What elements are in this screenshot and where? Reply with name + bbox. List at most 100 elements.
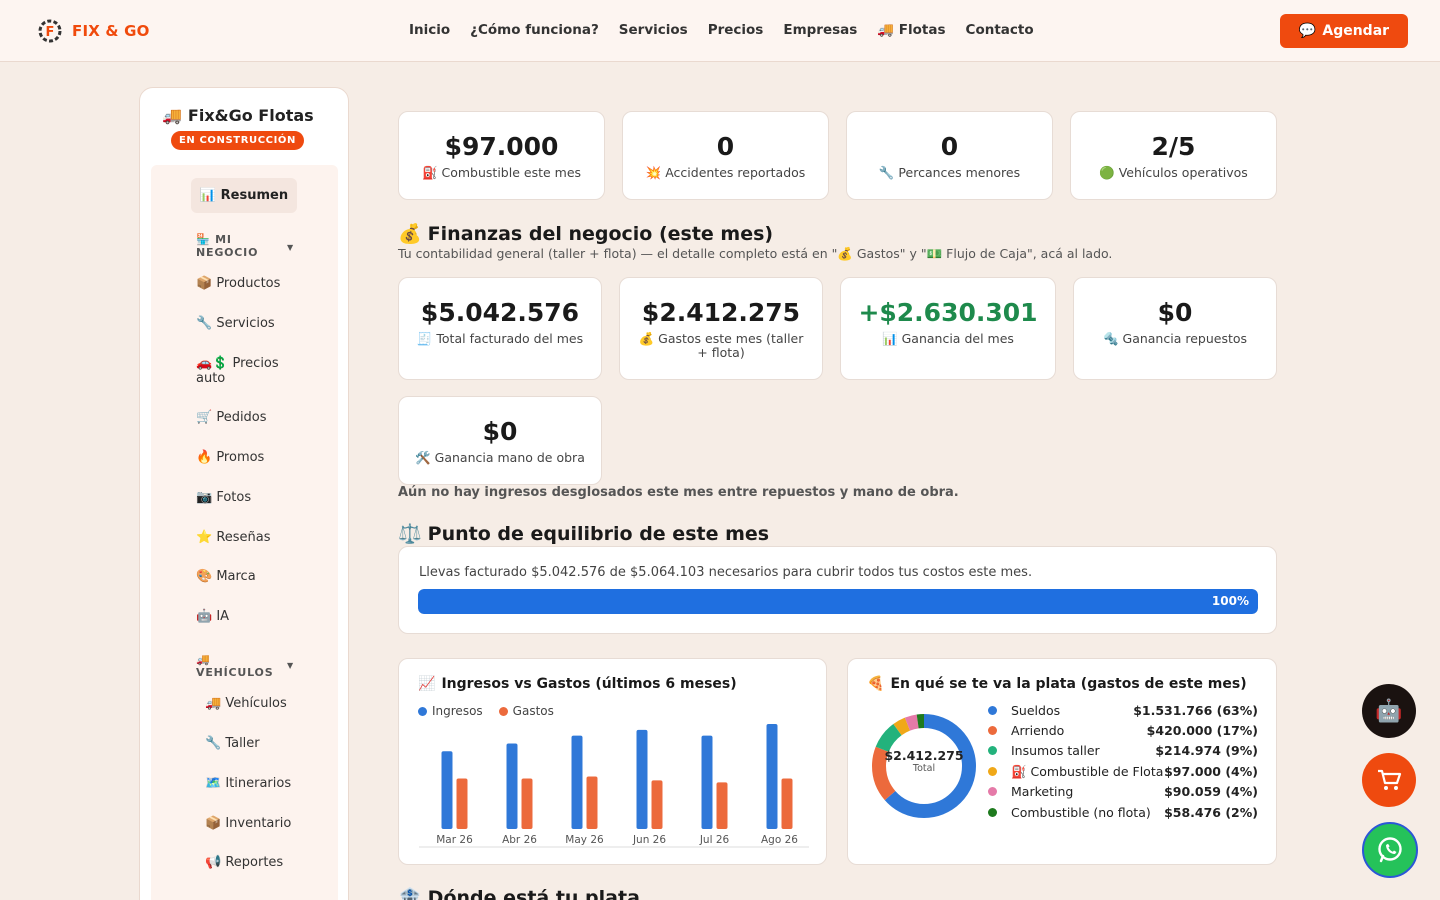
sidebar-item-vehiculos[interactable]: 🚚 Vehículos	[205, 696, 315, 711]
finance-card-repuestos: $0 🔩 Ganancia repuestos	[1073, 277, 1277, 380]
cart-button[interactable]	[1362, 753, 1416, 807]
finance-heading-text: Finanzas del negocio (este mes)	[427, 222, 774, 245]
stat-label: 🔧 Percances menores	[878, 165, 1021, 180]
nav-servicios[interactable]: Servicios	[619, 22, 688, 38]
sidebar-item-inventario[interactable]: 📦 Inventario	[205, 816, 315, 831]
bar-gastos-0[interactable]	[456, 778, 468, 829]
finance-heading: 💰 Finanzas del negocio (este mes)	[398, 222, 774, 246]
nav-precios[interactable]: Precios	[708, 22, 764, 38]
expense-name: Insumos taller	[1011, 743, 1100, 758]
top-navbar: F FIX & GO Inicio ¿Cómo funciona? Servic…	[0, 0, 1440, 62]
sidebar-item-productos[interactable]: 📦 Productos	[196, 276, 306, 291]
finance-label: 🔩 Ganancia repuestos	[1102, 331, 1248, 346]
bar-ingresos-0[interactable]	[441, 751, 453, 829]
breakeven-progress-bar: 100%	[418, 589, 1258, 614]
sidebar-menu: 📊 Resumen 🏪 MI NEGOCIO ▼ 📦 Productos 🔧 S…	[151, 165, 338, 900]
sidebar-item-taller[interactable]: 🔧 Taller	[205, 736, 315, 751]
sidebar: 🚚 Fix&Go Flotas EN CONSTRUCCIÓN 📊 Resume…	[139, 87, 349, 900]
sidebar-item-itinerarios[interactable]: 🗺️ Itinerarios	[205, 776, 315, 791]
sidebar-item-resenas[interactable]: ⭐ Reseñas	[196, 530, 306, 545]
legend-swatch	[988, 787, 997, 796]
expense-name: Sueldos	[1011, 703, 1061, 718]
expense-value: $1.531.766 (63%)	[1133, 703, 1258, 718]
expense-name: Combustible (no flota)	[1011, 805, 1151, 820]
stat-card-accidentes: 0 💥 Accidentes reportados	[622, 111, 829, 200]
sidebar-item-pedidos[interactable]: 🛒 Pedidos	[196, 410, 306, 425]
breakeven-percent: 100%	[1211, 594, 1249, 608]
sidebar-section-mi-negocio[interactable]: 🏪 MI NEGOCIO	[196, 233, 266, 259]
nav-como-funciona[interactable]: ¿Cómo funciona?	[470, 22, 599, 38]
logo[interactable]: F FIX & GO	[34, 16, 150, 46]
sidebar-item-reportes[interactable]: 📢 Reportes	[205, 855, 315, 870]
bar-gastos-5[interactable]	[781, 778, 793, 829]
finance-card-gastos: $2.412.275 💰 Gastos este mes (taller + f…	[619, 277, 823, 380]
bar-gastos-1[interactable]	[521, 778, 533, 829]
nav-empresas[interactable]: Empresas	[783, 22, 857, 38]
sidebar-title-text: Fix&Go Flotas	[187, 106, 314, 125]
sidebar-item-fotos[interactable]: 📷 Fotos	[196, 490, 306, 505]
legend-swatch	[988, 706, 997, 715]
sidebar-item-resumen[interactable]: 📊 Resumen	[191, 178, 297, 213]
sidebar-item-servicios[interactable]: 🔧 Servicios	[196, 316, 306, 331]
bar-ingresos-4[interactable]	[701, 735, 713, 829]
bar-gastos-4[interactable]	[716, 782, 728, 829]
breakeven-progress-fill: 100%	[418, 589, 1258, 614]
legend-swatch	[988, 746, 997, 755]
stat-card-vehiculos-operativos: 2/5 🟢 Vehículos operativos	[1070, 111, 1277, 200]
stat-card-combustible: $97.000 ⛽ Combustible este mes	[398, 111, 605, 200]
expense-chart-title-text: En qué se te va la plata (gastos de este…	[890, 676, 1247, 692]
expense-row: Sueldos $1.531.766 (63%)	[988, 703, 1258, 719]
svg-text:F: F	[46, 25, 55, 40]
expense-name: Arriendo	[1011, 723, 1065, 738]
sidebar-item-promos[interactable]: 🔥 Promos	[196, 450, 306, 465]
expense-breakdown-card: 🍕 En qué se te va la plata (gastos de es…	[847, 658, 1277, 865]
sidebar-item-ia[interactable]: 🤖 IA	[196, 609, 306, 624]
breakeven-heading: ⚖️ Punto de equilibrio de este mes	[398, 522, 769, 546]
sidebar-title: 🚚 Fix&Go Flotas	[162, 106, 314, 125]
bar-gastos-3[interactable]	[651, 780, 663, 829]
money-location-heading-text: Dónde está tu plata	[427, 886, 640, 900]
finance-value: $5.042.576	[420, 298, 580, 327]
nav-flotas[interactable]: 🚚 Flotas	[877, 22, 945, 38]
truck-icon: 🚚	[162, 106, 182, 125]
sidebar-item-marca[interactable]: 🎨 Marca	[196, 569, 306, 584]
finance-card-facturado: $5.042.576 🧾 Total facturado del mes	[398, 277, 602, 380]
finance-value: $2.412.275	[641, 298, 801, 327]
stat-value: 2/5	[1151, 132, 1196, 161]
pizza-icon: 🍕	[867, 676, 885, 692]
sidebar-section-vehiculos[interactable]: 🚚 VEHÍCULOS	[196, 653, 276, 679]
stat-value: 0	[940, 132, 959, 161]
bar-ingresos-1[interactable]	[506, 743, 518, 829]
bank-icon: 🏦	[398, 887, 422, 900]
money-location-heading: 🏦 Dónde está tu plata	[398, 886, 640, 900]
x-tick-label: Mar 26	[436, 834, 473, 846]
bar-ingresos-2[interactable]	[571, 735, 583, 829]
gear-logo-icon: F	[38, 19, 62, 43]
expense-value: $97.000 (4%)	[1164, 764, 1258, 779]
finance-card-ganancia: +$2.630.301 📊 Ganancia del mes	[840, 277, 1056, 380]
robot-icon: 🤖	[1375, 698, 1403, 724]
bar-ingresos-3[interactable]	[636, 729, 648, 829]
income-expense-chart-card: 📈 Ingresos vs Gastos (últimos 6 meses) I…	[398, 658, 827, 865]
donut-center: $2.412.275 Total	[868, 748, 980, 774]
expense-value: $58.476 (2%)	[1164, 805, 1258, 820]
legend-swatch	[988, 808, 997, 817]
logo-text: FIX & GO	[72, 22, 150, 40]
agendar-button[interactable]: 💬 Agendar	[1280, 14, 1408, 48]
chevron-down-icon[interactable]: ▼	[287, 243, 293, 252]
ai-assistant-button[interactable]: 🤖	[1362, 684, 1416, 738]
sidebar-item-precios-auto[interactable]: 🚗💲 Precios auto	[196, 356, 296, 386]
main-nav: Inicio ¿Cómo funciona? Servicios Precios…	[409, 22, 1034, 38]
expense-value: $90.059 (4%)	[1164, 784, 1258, 799]
chevron-down-icon[interactable]: ▼	[287, 661, 293, 670]
income-expense-bar-chart: Mar 26 Abr 26 May 26 Jun 26 Jul 26 Ago 26	[419, 724, 809, 848]
money-bag-icon: 💰	[398, 223, 422, 245]
bar-gastos-2[interactable]	[586, 776, 598, 830]
bar-ingresos-5[interactable]	[766, 724, 778, 829]
agendar-label: Agendar	[1322, 23, 1390, 39]
whatsapp-button[interactable]	[1362, 822, 1418, 878]
nav-inicio[interactable]: Inicio	[409, 22, 450, 38]
nav-contacto[interactable]: Contacto	[966, 22, 1034, 38]
finance-subtitle: Tu contabilidad general (taller + flota)…	[398, 246, 1113, 261]
expense-row: ⛽ Combustible de Flota $97.000 (4%)	[988, 764, 1258, 780]
